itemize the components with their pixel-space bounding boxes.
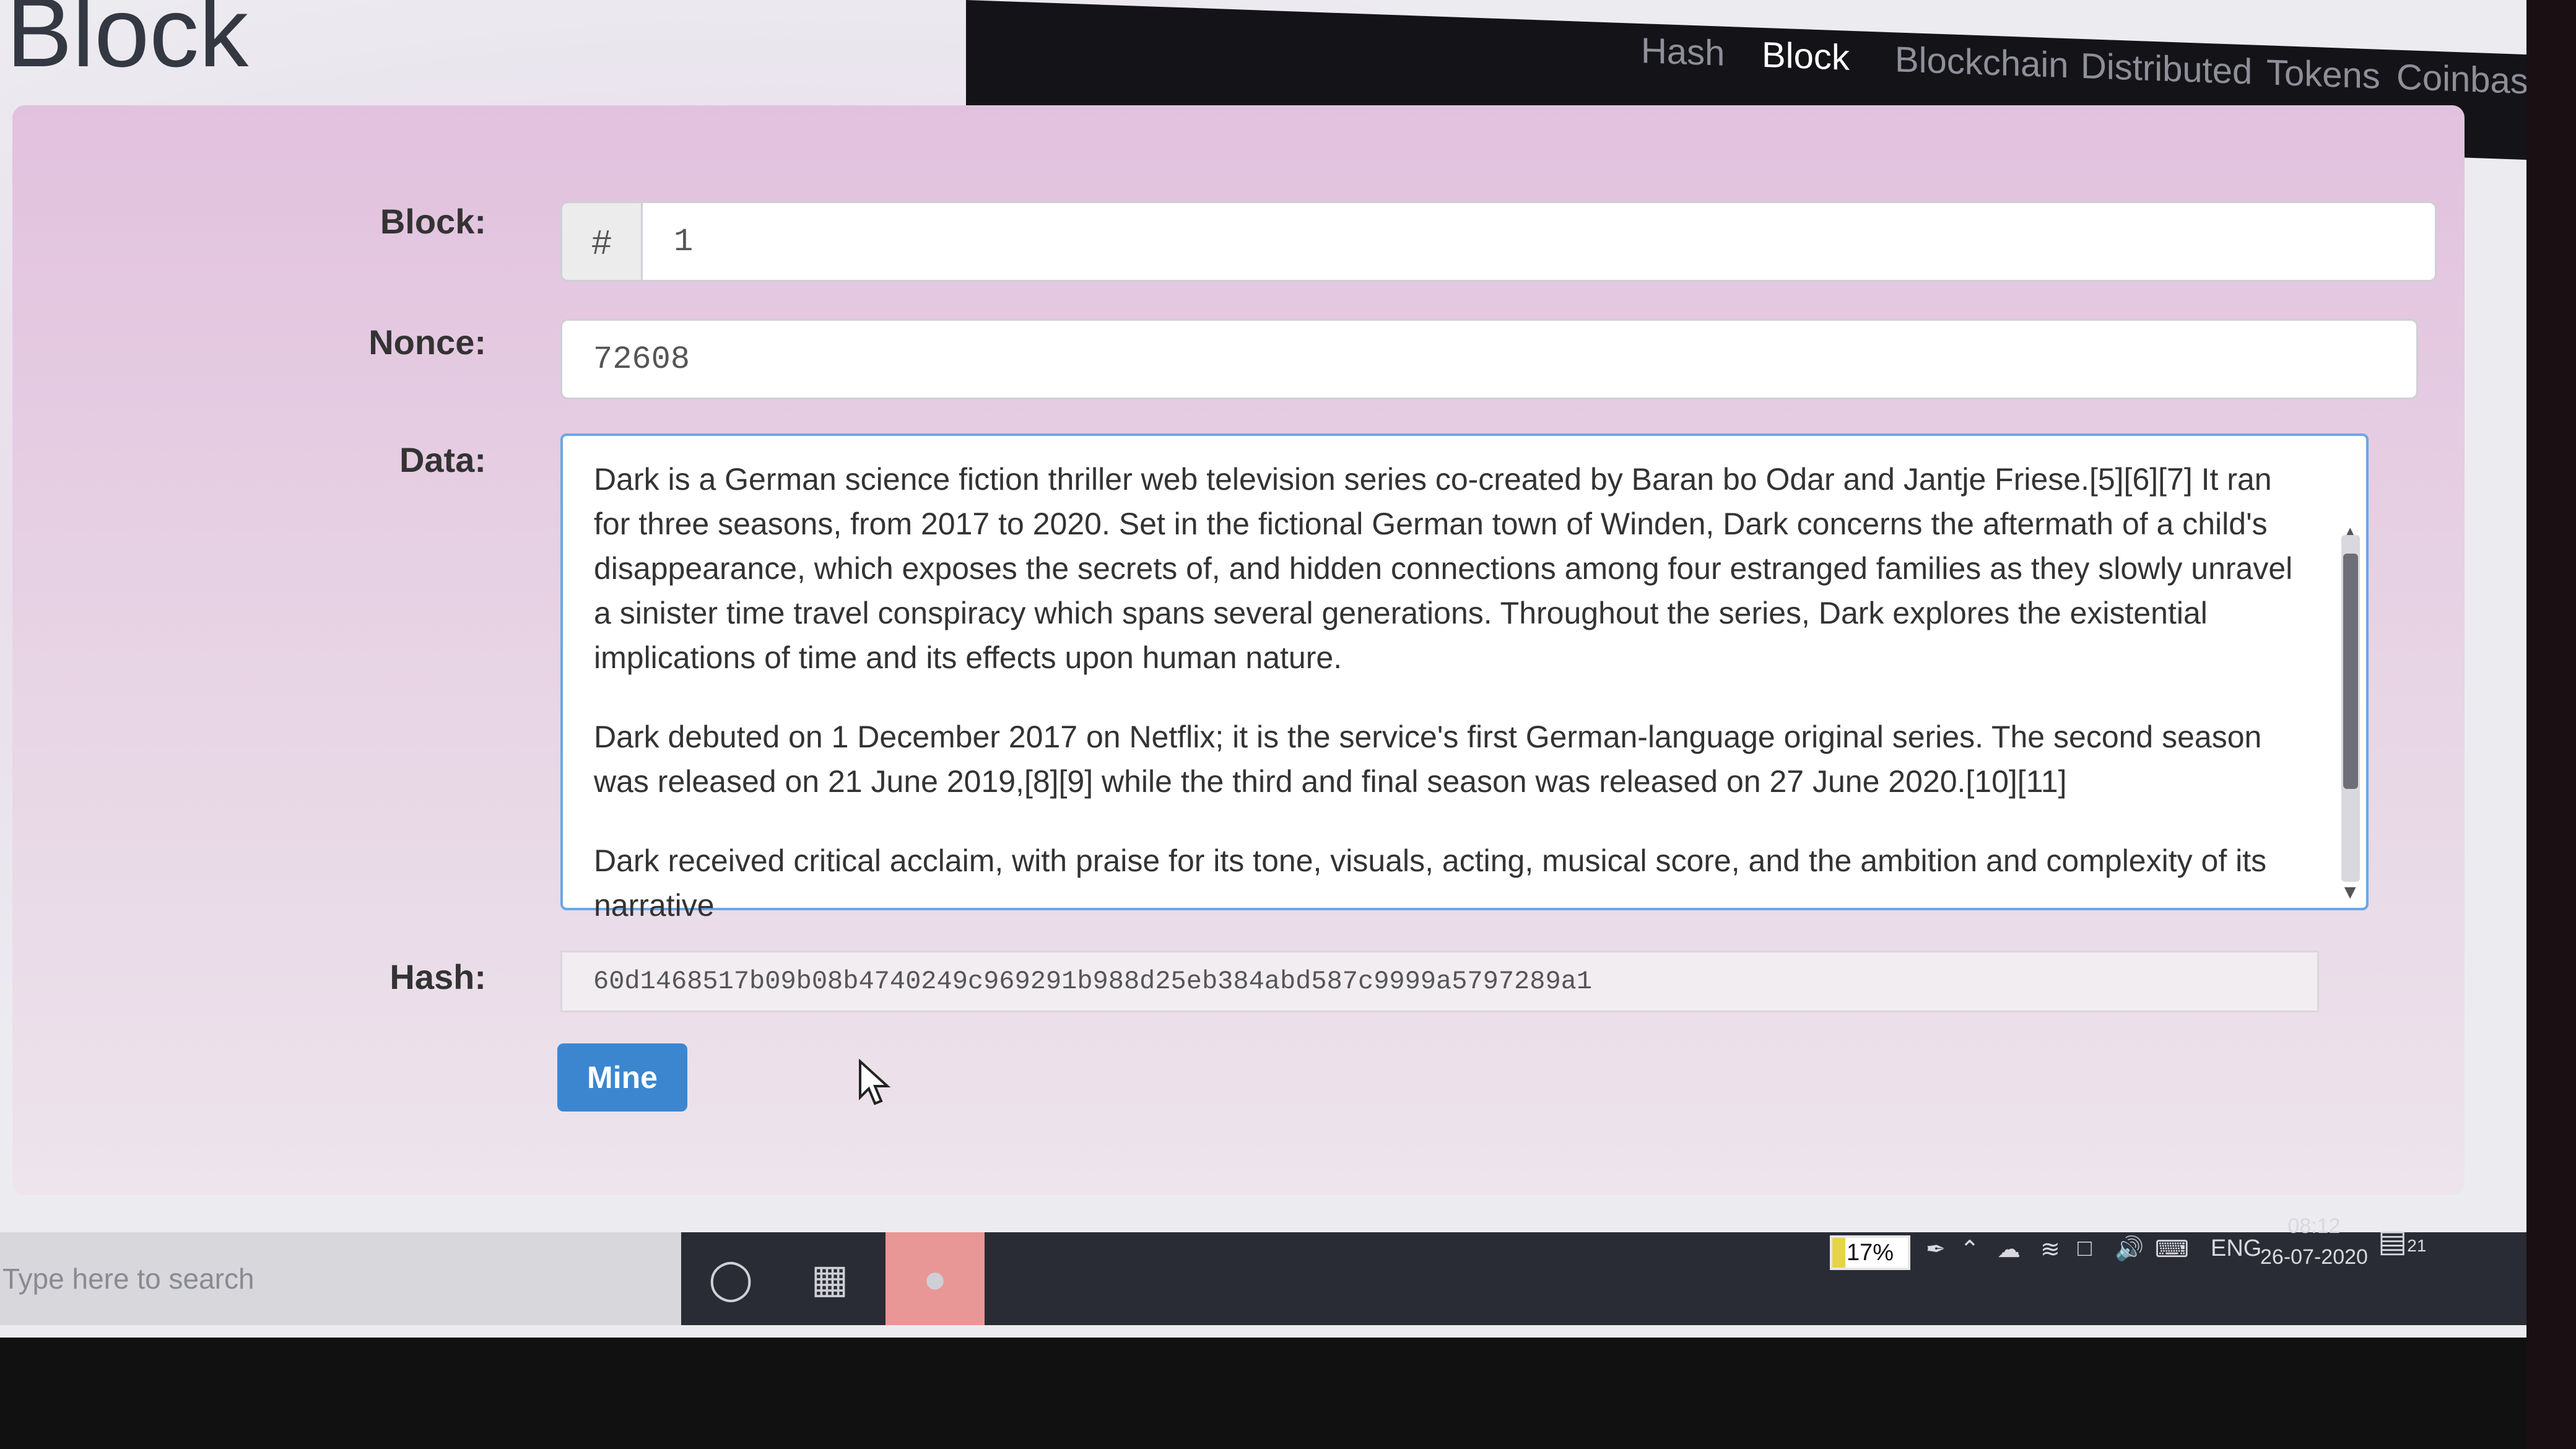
data-paragraph: Dark is a German science fiction thrille… (594, 462, 2293, 675)
page-title: Block (6, 0, 249, 87)
block-label: Block: (380, 202, 486, 241)
monitor-bezel-right (2526, 0, 2576, 1449)
volume-icon[interactable]: 🔊 (2115, 1235, 2144, 1263)
hash-output: 60d1468517b09b08b4740249c969291b988d25eb… (560, 951, 2319, 1012)
nav-item-hash[interactable]: Hash (1641, 30, 1725, 74)
cloud-icon[interactable]: ☁ (1997, 1235, 2021, 1263)
keyboard-icon[interactable]: ⌨ (2155, 1235, 2189, 1263)
taskbar-search-placeholder: Type here to search (2, 1263, 255, 1295)
scrollbar-thumb[interactable] (2343, 554, 2358, 789)
data-label: Data: (399, 440, 486, 479)
mouse-cursor-icon (859, 1059, 891, 1105)
data-paragraph: Dark received critical acclaim, with pra… (594, 843, 2267, 923)
screen: Hash Block Blockchain Distributed Tokens… (0, 0, 2576, 1338)
taskbar-search-box[interactable]: Type here to search (0, 1232, 681, 1325)
wifi-icon[interactable]: ≋ (2040, 1235, 2060, 1263)
cortana-icon[interactable]: ◯ (681, 1232, 780, 1325)
nonce-value: 72608 (593, 341, 690, 378)
task-view-icon[interactable]: ▦ (780, 1232, 879, 1325)
clock[interactable]: 08:12 26-07-2020 (2260, 1211, 2368, 1273)
scroll-down-icon[interactable]: ▼ (2340, 869, 2360, 914)
textarea-scrollbar[interactable] (2341, 535, 2360, 882)
power-plug-icon[interactable]: □ (2078, 1235, 2092, 1262)
block-number-input[interactable]: 1 (641, 201, 2437, 282)
nav-item-blockchain[interactable]: Blockchain (1895, 38, 2068, 86)
taskbar: Type here to search ◯ ▦ ● (0, 1232, 2576, 1325)
language-indicator[interactable]: ENG (2211, 1235, 2261, 1262)
taskbar-app-icon[interactable]: ● (886, 1232, 985, 1325)
tray-chevron-up-icon[interactable]: ⌃ (1960, 1235, 1980, 1263)
battery-level-fill (1832, 1238, 1845, 1268)
pen-icon[interactable]: ✒ (1926, 1235, 1946, 1263)
nav-item-distributed[interactable]: Distributed (2081, 45, 2252, 93)
data-paragraph: Dark debuted on 1 December 2017 on Netfl… (594, 720, 2262, 799)
battery-indicator[interactable]: 17% (1830, 1235, 1910, 1270)
nonce-input[interactable]: 72608 (560, 319, 2418, 399)
data-textarea[interactable]: Dark is a German science fiction thrille… (560, 433, 2369, 923)
mine-button[interactable]: Mine (557, 1043, 687, 1112)
clock-time: 08:12 (2287, 1214, 2341, 1238)
hash-label: Hash: (389, 957, 486, 996)
notification-count: 21 (2407, 1236, 2427, 1255)
battery-percent: 17% (1846, 1239, 1894, 1266)
nav-item-block[interactable]: Block (1762, 34, 1850, 79)
nav-item-coinbase[interactable]: Coinbase (2396, 56, 2548, 103)
notification-center-icon[interactable]: ▤21 (2378, 1223, 2426, 1259)
hash-value: 60d1468517b09b08b4740249c969291b988d25eb… (593, 967, 1593, 996)
block-number-prefix: # (560, 201, 641, 282)
block-number-value: 1 (674, 223, 694, 260)
clock-date: 26-07-2020 (2260, 1245, 2368, 1269)
nonce-label: Nonce: (368, 323, 486, 362)
nav-item-tokens[interactable]: Tokens (2266, 51, 2380, 97)
